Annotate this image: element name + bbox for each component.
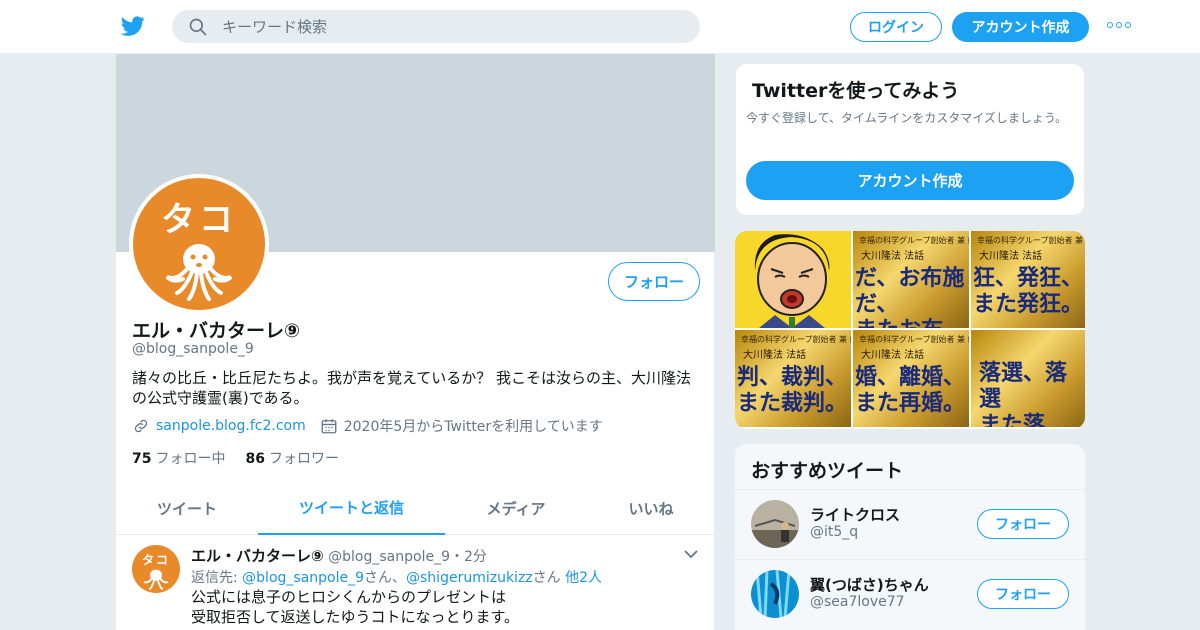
search-input[interactable] (222, 10, 682, 43)
tweet-text: 公式には息子のヒロシくんからのプレゼントは 受取拒否して返送したゆうコトになっと… (191, 588, 520, 626)
signup-button[interactable]: アカウント作成 (952, 12, 1089, 42)
media-thumbnail[interactable]: 幸福の科学グループ創始者 兼 総裁 大川隆法 法話 婚、離婚、 また再婚。 (853, 330, 969, 427)
tweet-author-name[interactable]: エル・バカターレ⑨ (191, 547, 324, 565)
signup-card: Twitterを使ってみよう 今すぐ登録して、タイムラインをカスタマイズしましょ… (735, 63, 1085, 216)
link-icon (134, 419, 148, 433)
thumbnail-caption: だ、お布施だ、 またお布施。 (855, 265, 965, 328)
media-thumbnail[interactable] (735, 231, 851, 328)
tweet-header: エル・バカターレ⑨ @blog_sanpole_9・2分 (191, 545, 487, 566)
thumbnail-caption: 落選、落選 また落 (979, 360, 1068, 427)
recommended-accounts: おすすめツイート ライトクロス @it5_q フォロー 翼(つばさ)ちゃん @s… (735, 444, 1085, 630)
tab-likes[interactable]: いいね (587, 482, 715, 535)
search-box[interactable] (172, 10, 700, 43)
tweet-item[interactable]: タコ エル・バカターレ⑨ @blog_sanpole_9・2分 返信先: @bl… (116, 535, 715, 630)
tweet-avatar[interactable]: タコ (132, 545, 180, 593)
recommended-account-handle[interactable]: @sea7love77 (810, 594, 905, 610)
tweet-reply-to: 返信先: @blog_sanpole_9さん、@shigerumizukizzさ… (191, 570, 603, 586)
tweet-author-handle[interactable]: @blog_sanpole_9 (328, 549, 450, 565)
follow-button[interactable]: フォロー (977, 579, 1069, 609)
chevron-down-icon[interactable] (684, 549, 698, 559)
profile-tabs: ツイート ツイートと返信 メディア いいね (116, 482, 715, 535)
thumbnail-caption: 狂、発狂、 また発狂。 (973, 265, 1084, 317)
more-dots-icon[interactable] (1107, 22, 1131, 30)
tweet-avatar-logo-text: タコ (141, 553, 170, 567)
media-thumbnail[interactable]: 幸福の科学グループ創始者 兼 総裁 大川隆法 法話 狂、発狂、 また発狂。 (971, 231, 1085, 328)
profile-meta: sanpole.blog.fc2.com 2020年5月からTwitterを利用… (132, 416, 603, 436)
tab-tweets-and-replies[interactable]: ツイートと返信 (258, 482, 445, 535)
profile-name: エル・バカターレ⑨ (132, 320, 301, 342)
tab-media[interactable]: メディア (445, 482, 587, 535)
media-thumbnail[interactable]: 落選、落選 また落 (971, 330, 1085, 427)
recommended-account-name[interactable]: ライトクロス (810, 504, 900, 525)
signup-card-title: Twitterを使ってみよう (752, 80, 960, 102)
reply-mention-link[interactable]: @blog_sanpole_9 (242, 570, 364, 586)
profile-joined-date: 2020年5月からTwitterを利用しています (343, 419, 603, 435)
profile-counts: 75 フォロー中 86 フォロワー (132, 448, 339, 468)
octopus-icon (143, 569, 169, 591)
top-navigation-bar: ログイン アカウント作成 (0, 0, 1200, 54)
tab-tweets[interactable]: ツイート (116, 482, 258, 535)
signup-card-description: 今すぐ登録して、タイムラインをカスタマイズしましょう。 (746, 111, 1068, 125)
profile-avatar[interactable]: タコ (129, 174, 269, 314)
recommended-account-item[interactable]: 翼(つばさ)ちゃん @sea7love77 フォロー (735, 559, 1085, 629)
recommended-account-item[interactable]: ライトクロス @it5_q フォロー (735, 489, 1085, 559)
profile-website-link[interactable]: sanpole.blog.fc2.com (156, 418, 306, 434)
profile-column: タコ フォロー エル・バカターレ⑨ @blog_sanpole_9 諸々の比丘・… (115, 54, 715, 630)
reply-mention-link[interactable]: @shigerumizukizz (406, 570, 533, 586)
cartoon-face-image (735, 231, 851, 328)
thumbnail-caption: 婚、離婚、 また再婚。 (855, 364, 966, 416)
following-count-link[interactable]: 75 フォロー中 (132, 448, 225, 468)
followers-count-link[interactable]: 86 フォロワー (245, 448, 338, 468)
twitter-bird-icon[interactable] (120, 14, 146, 38)
media-thumbnail[interactable]: 幸福の科学グループ創始者 兼 総裁 大川隆法 法話 判、裁判、 また裁判。 (735, 330, 851, 427)
follow-button[interactable]: フォロー (608, 262, 700, 301)
reply-others-link[interactable]: 他2人 (565, 570, 602, 586)
recommended-title: おすすめツイート (751, 460, 904, 482)
follow-button[interactable]: フォロー (977, 509, 1069, 539)
recommended-account-name[interactable]: 翼(つばさ)ちゃん (810, 574, 929, 595)
profile-bio: 諸々の比丘・比丘尼たちよ。我が声を覚えているか？ 我こそは汝らの主、大川隆法の公… (132, 369, 692, 407)
avatar[interactable] (751, 500, 799, 548)
avatar[interactable] (751, 570, 799, 618)
media-thumbnail[interactable]: 幸福の科学グループ創始者 兼 総裁 大川隆法 法話 だ、お布施だ、 またお布施。 (853, 231, 969, 328)
create-account-button[interactable]: アカウント作成 (746, 161, 1074, 200)
octopus-icon (165, 244, 233, 301)
avatar-logo-text: タコ (161, 200, 237, 240)
profile-handle: @blog_sanpole_9 (132, 341, 254, 357)
thumbnail-caption: 判、裁判、 また裁判。 (737, 364, 848, 416)
login-button[interactable]: ログイン (850, 12, 942, 42)
tweet-timestamp[interactable]: ・2分 (450, 549, 487, 565)
calendar-icon (321, 419, 337, 434)
recommended-account-handle[interactable]: @it5_q (810, 524, 858, 540)
search-icon (189, 18, 207, 36)
media-grid: 幸福の科学グループ創始者 兼 総裁 大川隆法 法話 だ、お布施だ、 またお布施。… (735, 231, 1085, 429)
